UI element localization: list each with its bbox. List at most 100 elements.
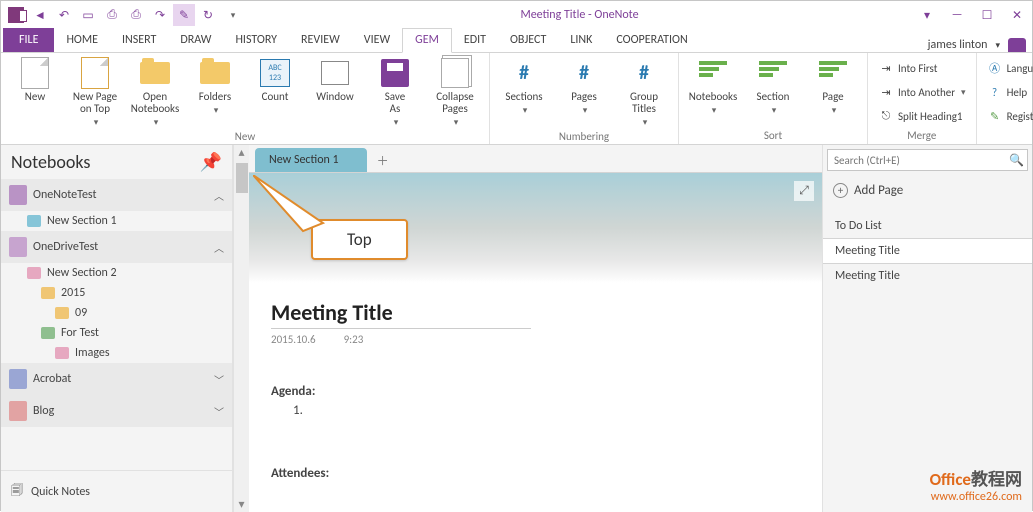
ribbon: New New Page on Top Open Notebooks Folde… <box>1 53 1032 145</box>
quick-notes-button[interactable]: 🗐 Quick Notes <box>1 470 232 512</box>
count-button[interactable]: ABC123Count <box>247 55 303 103</box>
title-bar: ◄ ↶ ▭ ⎙ ⎙ ↷ ✎ ↻ Meeting Title - OneNote … <box>1 1 1032 29</box>
section-tab-active[interactable]: New Section 1 <box>255 148 367 172</box>
window-title: Meeting Title - OneNote <box>520 8 638 22</box>
back-icon[interactable]: ◄ <box>29 4 51 26</box>
help-icon: ? <box>987 84 1003 100</box>
chevron-icon[interactable]: ﹀ <box>214 372 224 387</box>
page-list-item[interactable]: To Do List <box>823 214 1032 238</box>
help-button[interactable]: ?Help <box>983 81 1033 103</box>
sort-page-button[interactable]: Page <box>805 55 861 116</box>
notebook-item[interactable]: Acrobat﹀ <box>1 363 232 395</box>
user-area[interactable]: james linton ▾ <box>928 38 1032 52</box>
tab-object[interactable]: OBJECT <box>498 29 558 52</box>
notebook-label: OneNoteTest <box>33 188 97 202</box>
page-panel: 🔍 + Add Page To Do ListMeeting TitleMeet… <box>822 145 1032 512</box>
agenda-item[interactable]: 1. <box>293 403 800 418</box>
section-item[interactable]: For Test <box>1 323 232 343</box>
section-item[interactable]: Images <box>1 343 232 363</box>
language-button[interactable]: ⒶLanguage <box>983 57 1033 79</box>
notebook-icon <box>9 401 27 421</box>
tab-home[interactable]: HOME <box>54 29 110 52</box>
sort-section-button[interactable]: Section <box>745 55 801 116</box>
minimize-icon[interactable]: — <box>946 4 968 26</box>
notebook-icon <box>9 185 27 205</box>
language-icon: Ⓐ <box>987 60 1003 76</box>
page-list-item[interactable]: Meeting Title <box>823 238 1032 264</box>
printpreview-icon[interactable]: ⎙ <box>125 4 147 26</box>
notebook-item[interactable]: OneNoteTest ︿ <box>1 179 232 211</box>
page-list-item[interactable]: Meeting Title <box>823 264 1032 288</box>
add-page-button[interactable]: + Add Page <box>823 175 1032 206</box>
section-item[interactable]: 2015 <box>1 283 232 303</box>
section-item[interactable]: 09 <box>1 303 232 323</box>
tab-gem[interactable]: GEM <box>402 28 452 53</box>
chevron-icon[interactable]: ﹀ <box>214 404 224 419</box>
qat-more-icon[interactable] <box>221 4 243 26</box>
attendees-heading[interactable]: Attendees: <box>271 466 800 481</box>
redo-icon[interactable]: ↷ <box>149 4 171 26</box>
notebook-item[interactable]: OneDriveTest︿ <box>1 231 232 263</box>
pin-icon[interactable]: 📌 <box>200 151 222 173</box>
tab-link[interactable]: LINK <box>558 29 604 52</box>
tab-review[interactable]: REVIEW <box>289 29 352 52</box>
collapse-pages-button[interactable]: Collapse Pages <box>427 55 483 128</box>
maximize-icon[interactable]: ☐ <box>976 4 998 26</box>
refresh-icon[interactable]: ↻ <box>197 4 219 26</box>
into-first-button[interactable]: ⇥Into First <box>874 57 970 79</box>
pages-button[interactable]: #Pages <box>556 55 612 116</box>
split-heading1-button[interactable]: ⎋Split Heading1 <box>874 105 970 127</box>
new-button[interactable]: New <box>7 55 63 103</box>
search-input[interactable] <box>827 149 1028 171</box>
group-label-new: New <box>7 128 483 145</box>
group-numbering: #Sections #Pages #Group Titles Numbering <box>490 53 679 144</box>
notebook-icon <box>9 369 27 389</box>
tab-view[interactable]: VIEW <box>352 29 402 52</box>
tab-cooperation[interactable]: COOPERATION <box>604 29 699 52</box>
search-box[interactable]: 🔍 <box>827 149 1028 171</box>
section-icon <box>41 327 55 339</box>
notebook-item[interactable]: Blog﹀ <box>1 395 232 427</box>
page-canvas[interactable]: ⤢ Top Meeting Title 2015.10.6 9:23 Agend… <box>249 173 822 512</box>
page-date: 2015.10.6 <box>271 333 316 346</box>
page-list: To Do ListMeeting TitleMeeting Title <box>823 214 1032 288</box>
into-another-button[interactable]: ⇥Into Another <box>874 81 970 103</box>
group-gem: ⒶLanguage ?Help ✎Register ✦About Gem <box>977 53 1033 144</box>
tab-draw[interactable]: DRAW <box>168 29 223 52</box>
undo-icon[interactable]: ↶ <box>53 4 75 26</box>
open-notebooks-button[interactable]: Open Notebooks <box>127 55 183 128</box>
print-icon[interactable]: ⎙ <box>101 4 123 26</box>
chevron-icon[interactable]: ︿ <box>214 188 224 203</box>
tab-file[interactable]: FILE <box>3 28 54 52</box>
ribbon-options-icon[interactable]: ▾ <box>916 4 938 26</box>
section-item[interactable]: New Section 1 <box>1 211 232 231</box>
tab-edit[interactable]: EDIT <box>452 29 498 52</box>
add-section-button[interactable]: ＋ <box>371 148 395 172</box>
register-button[interactable]: ✎Register <box>983 105 1033 127</box>
group-titles-button[interactable]: #Group Titles <box>616 55 672 128</box>
sort-notebooks-button[interactable]: Notebooks <box>685 55 741 116</box>
new-page-on-top-button[interactable]: New Page on Top <box>67 55 123 128</box>
sections-button[interactable]: #Sections <box>496 55 552 116</box>
chevron-icon[interactable]: ︿ <box>214 240 224 255</box>
section-icon <box>27 215 41 227</box>
section-label: New Section 1 <box>47 214 117 228</box>
highlight-icon[interactable]: ✎ <box>173 4 195 26</box>
section-label: New Section 2 <box>47 266 117 280</box>
agenda-heading[interactable]: Agenda: <box>271 384 800 399</box>
search-icon[interactable]: 🔍 <box>1009 153 1024 168</box>
tab-history[interactable]: HISTORY <box>223 29 289 52</box>
into-first-icon: ⇥ <box>878 60 894 76</box>
section-item[interactable]: New Section 2 <box>1 263 232 283</box>
notebooks-scrollbar[interactable]: ▴ ▾ <box>233 145 249 512</box>
save-as-button[interactable]: Save As <box>367 55 423 128</box>
folders-button[interactable]: Folders <box>187 55 243 116</box>
close-icon[interactable]: ✕ <box>1006 4 1028 26</box>
scrollbar-thumb[interactable] <box>236 163 248 193</box>
page-title[interactable]: Meeting Title <box>271 299 531 329</box>
window-button[interactable]: Window <box>307 55 363 103</box>
tab-insert[interactable]: INSERT <box>110 29 168 52</box>
group-merge: ⇥Into First ⇥Into Another ⎋Split Heading… <box>868 53 977 144</box>
dock-icon[interactable]: ▭ <box>77 4 99 26</box>
notebook-icon <box>9 237 27 257</box>
